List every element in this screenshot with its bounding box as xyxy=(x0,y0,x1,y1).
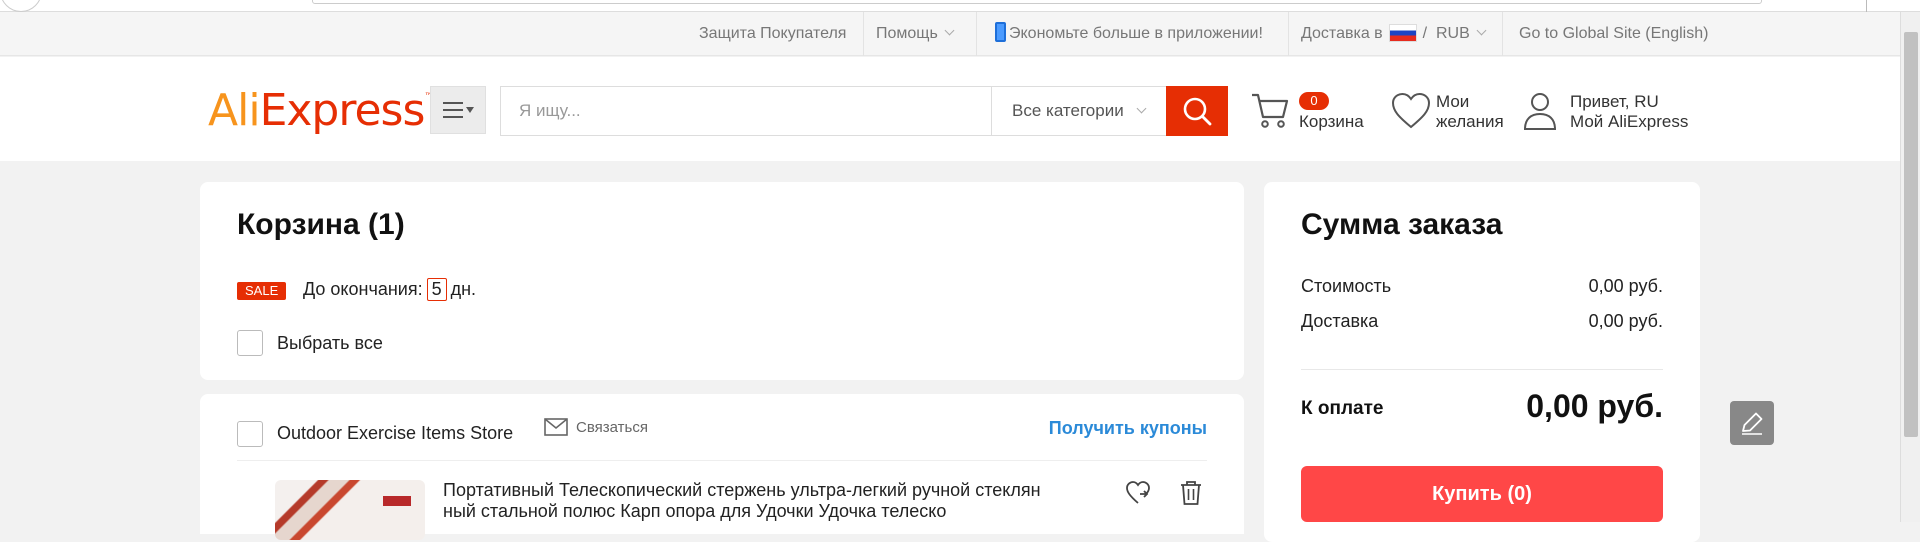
feedback-button[interactable] xyxy=(1730,401,1774,445)
delivery-label: Доставка в xyxy=(1301,25,1383,42)
cart-label: Корзина xyxy=(1299,112,1364,131)
contact-label: Связаться xyxy=(576,419,648,436)
help-label: Помощь xyxy=(876,25,938,42)
delivery-currency-selector[interactable]: Доставка в / RUB xyxy=(1301,12,1487,56)
greeting-label: Привет, RU xyxy=(1570,92,1659,111)
category-label: Все категории xyxy=(1012,101,1124,120)
user-icon xyxy=(1523,93,1557,130)
delivery-cost-label: Доставка xyxy=(1301,311,1379,331)
trash-icon[interactable] xyxy=(1179,480,1203,506)
nav-divider xyxy=(1502,12,1503,56)
total-value: 0,00 руб. xyxy=(1526,388,1663,424)
product-image-label xyxy=(383,496,411,506)
nav-divider xyxy=(976,12,977,56)
summary-title: Сумма заказа xyxy=(1301,208,1503,241)
cart-title: Корзина (1) xyxy=(237,208,405,241)
sale-badge: SALE xyxy=(237,282,287,300)
countdown-prefix: До окончания: xyxy=(303,279,423,299)
caret-down-icon xyxy=(465,107,474,113)
contact-seller-link[interactable]: Связаться xyxy=(544,418,648,436)
help-menu[interactable]: Помощь xyxy=(876,12,955,56)
cart-panel: Корзина (1) SALE До окончания: 5 дн. Выбра… xyxy=(200,182,1244,380)
category-select[interactable]: Все категории xyxy=(991,87,1166,135)
cost-label: Стоимость xyxy=(1301,276,1392,296)
total-label: К оплате xyxy=(1301,398,1384,419)
search-bar: Все категории xyxy=(500,86,1228,136)
product-title[interactable]: Портативный Телескопический стержень уль… xyxy=(443,480,1043,522)
top-nav: Защита Покупателя Помощь Экономьте больш… xyxy=(0,12,1900,56)
app-promo-label: Экономьте больше в приложении! xyxy=(1009,25,1263,42)
cart-icon xyxy=(1252,93,1289,128)
pencil-icon xyxy=(1742,412,1763,435)
search-button[interactable] xyxy=(1166,86,1228,136)
buyer-protection-link[interactable]: Защита Покупателя xyxy=(699,12,846,56)
heart-icon xyxy=(1391,92,1431,129)
delivery-row: Доставка 0,00 руб. xyxy=(1301,311,1663,332)
store-name[interactable]: Outdoor Exercise Items Store xyxy=(277,423,513,444)
chevron-down-icon xyxy=(1476,25,1487,36)
delivery-separator: / xyxy=(1422,25,1428,42)
logo-part-ali: Ali xyxy=(208,85,261,136)
sale-countdown: До окончания: 5 дн. xyxy=(303,278,476,301)
phone-icon xyxy=(995,22,1006,42)
chevron-down-icon xyxy=(944,25,955,36)
product-image[interactable] xyxy=(275,480,425,540)
product-actions xyxy=(1125,480,1203,506)
chevron-down-icon xyxy=(1136,103,1147,114)
delivery-cost-value: 0,00 руб. xyxy=(1588,311,1663,331)
browser-chrome xyxy=(0,0,1920,12)
scrollbar-thumb[interactable] xyxy=(1904,32,1918,437)
order-summary-panel: Сумма заказа Стоимость 0,00 руб. Доставка… xyxy=(1264,182,1700,542)
buy-button[interactable]: Купить (0) xyxy=(1301,466,1663,522)
address-bar[interactable] xyxy=(312,0,1762,4)
countdown-suffix: дн. xyxy=(450,279,477,299)
currency-label: RUB xyxy=(1436,25,1470,42)
summary-divider xyxy=(1301,369,1663,370)
select-all-label[interactable]: Выбрать все xyxy=(277,333,383,354)
page-scrollbar[interactable] xyxy=(1900,12,1920,522)
app-promo-link[interactable]: Экономьте больше в приложении! xyxy=(995,12,1263,56)
nav-divider xyxy=(1288,12,1289,56)
get-coupons-link[interactable]: Получить купоны xyxy=(1049,418,1207,439)
russia-flag-icon xyxy=(1388,24,1417,42)
categories-menu-button[interactable] xyxy=(430,86,486,134)
select-all-checkbox[interactable] xyxy=(237,330,263,356)
site-header: AliExpress™ Все категории 0 Корзина Мои … xyxy=(0,57,1900,161)
browser-divider xyxy=(1866,0,1867,12)
browser-back-button[interactable] xyxy=(0,0,42,12)
move-to-wishlist-icon[interactable] xyxy=(1125,480,1151,506)
mail-icon xyxy=(544,418,568,436)
wishlist-label-line1: Мои xyxy=(1436,92,1470,111)
aliexpress-logo[interactable]: AliExpress™ xyxy=(208,85,433,136)
nav-divider xyxy=(863,12,864,56)
store-panel: Outdoor Exercise Items Store Связаться П… xyxy=(200,394,1244,540)
countdown-days: 5 xyxy=(426,278,447,301)
store-divider xyxy=(237,460,1207,461)
wishlist-label-line2: желания xyxy=(1436,112,1504,131)
store-checkbox[interactable] xyxy=(237,421,263,447)
search-icon xyxy=(1183,97,1212,126)
global-site-link[interactable]: Go to Global Site (English) xyxy=(1519,12,1708,56)
menu-icon xyxy=(442,102,463,118)
cart-count-badge: 0 xyxy=(1299,92,1329,110)
logo-part-express: Express xyxy=(259,85,426,136)
my-aliexpress-label: Мой AliExpress xyxy=(1570,112,1689,131)
cost-value: 0,00 руб. xyxy=(1588,276,1663,296)
search-input[interactable] xyxy=(501,87,991,135)
cost-row: Стоимость 0,00 руб. xyxy=(1301,276,1663,297)
